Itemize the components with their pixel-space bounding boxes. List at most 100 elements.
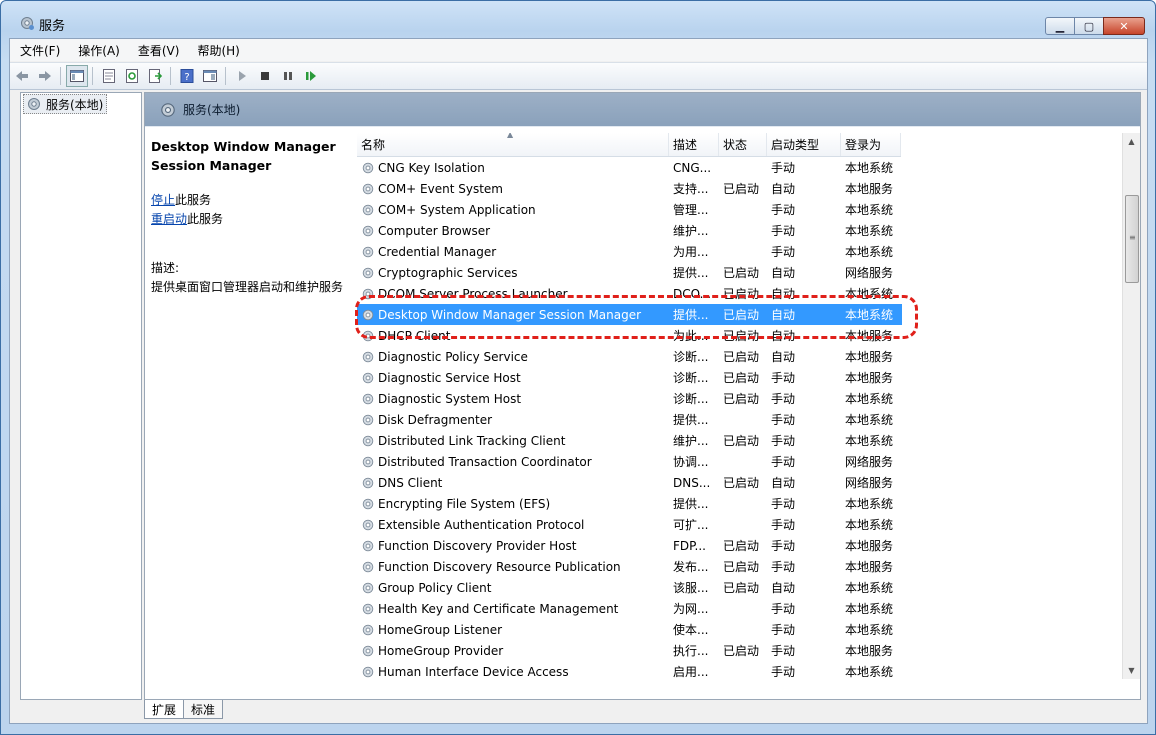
toolbar-separator [92, 67, 93, 85]
arrow-right-icon [39, 71, 51, 81]
service-logon-as: 网络服务 [845, 455, 894, 469]
service-gear-icon [362, 351, 374, 362]
forward-button[interactable] [34, 65, 56, 87]
show-action-pane-button[interactable] [199, 65, 221, 87]
properties-button[interactable] [98, 65, 120, 87]
service-startup-type: 手动 [771, 602, 796, 616]
restart-service-button[interactable] [300, 65, 322, 87]
table-row[interactable]: Function Discovery Provider Host FDP... 已启… [357, 535, 902, 556]
table-row[interactable]: Human Interface Device Access 启用... 手动 本地系统 [357, 661, 902, 679]
service-name: Computer Browser [378, 223, 491, 238]
column-header-logon-as[interactable]: 登录为 [841, 133, 901, 156]
service-description: 执行... [673, 644, 709, 658]
service-name-cell: Diagnostic Service Host [357, 371, 669, 385]
minimize-button[interactable]: ▁ [1045, 17, 1075, 35]
menu-file[interactable]: 文件(F) [10, 42, 68, 59]
export-list-button[interactable] [144, 65, 166, 87]
pause-service-button[interactable] [277, 65, 299, 87]
service-name-cell: HomeGroup Provider [357, 644, 669, 658]
table-row[interactable]: Function Discovery Resource Publication 发… [357, 556, 902, 577]
service-logon-as: 本地服务 [845, 539, 894, 553]
table-row[interactable]: Health Key and Certificate Management 为网.… [357, 598, 902, 619]
table-row[interactable]: DCOM Server Process Launcher DCO... 已启动 自动 本… [357, 283, 902, 304]
play-icon [239, 71, 246, 81]
table-row[interactable]: Disk Defragmenter 提供... 手动 本地系统 [357, 409, 902, 430]
arrow-left-icon [16, 71, 28, 81]
table-row[interactable]: CNG Key Isolation CNG... 手动 本地系统 [357, 157, 902, 178]
service-status: 已启动 [723, 581, 760, 595]
table-row[interactable]: HomeGroup Listener 使本... 手动 本地系统 [357, 619, 902, 640]
column-header-name[interactable]: 名称 ▲ [357, 133, 669, 156]
table-row[interactable]: Distributed Transaction Coordinator 协调...… [357, 451, 902, 472]
menu-view[interactable]: 查看(V) [128, 42, 188, 59]
refresh-button[interactable] [121, 65, 143, 87]
service-name-cell: Health Key and Certificate Management [357, 602, 669, 616]
service-description: 提供... [673, 497, 709, 511]
vertical-scrollbar[interactable]: ▲ ≡ ▼ [1122, 133, 1140, 679]
scrollbar-thumb[interactable]: ≡ [1125, 195, 1139, 283]
maximize-button[interactable]: ▢ [1074, 17, 1104, 35]
table-row[interactable]: DNS Client DNS... 已启动 自动 网络服务 [357, 472, 902, 493]
table-row[interactable]: Cryptographic Services 提供... 已启动 自动 网络服务 [357, 262, 902, 283]
menu-help[interactable]: 帮助(H) [187, 42, 247, 59]
table-row[interactable]: COM+ System Application 管理... 手动 本地系统 [357, 199, 902, 220]
service-gear-icon [362, 456, 374, 467]
table-row[interactable]: Diagnostic System Host 诊断... 已启动 手动 本地系统 [357, 388, 902, 409]
stop-service-link[interactable]: 停止 [151, 193, 175, 207]
table-row[interactable]: Encrypting File System (EFS) 提供... 手动 本地系统 [357, 493, 902, 514]
back-button[interactable] [11, 65, 33, 87]
service-status: 已启动 [723, 287, 760, 301]
column-header-description[interactable]: 描述 [669, 133, 719, 156]
table-row[interactable]: Credential Manager 为用... 手动 本地系统 [357, 241, 902, 262]
stop-service-button[interactable] [254, 65, 276, 87]
close-button[interactable]: ✕ [1103, 17, 1145, 35]
service-logon-as: 本地系统 [845, 308, 894, 322]
service-status: 已启动 [723, 329, 760, 343]
table-row[interactable]: Computer Browser 维护... 手动 本地系统 [357, 220, 902, 241]
service-startup-type: 手动 [771, 434, 796, 448]
service-name-cell: COM+ Event System [357, 182, 669, 196]
table-row[interactable]: Desktop Window Manager Session Manager 提供… [357, 304, 902, 325]
table-row[interactable]: DHCP Client 为此... 已启动 自动 本地服务 [357, 325, 902, 346]
menu-bar: 文件(F) 操作(A) 查看(V) 帮助(H) [10, 39, 1147, 61]
title-bar[interactable]: 服务 ▁ ▢ ✕ [1, 1, 1155, 35]
service-gear-icon [362, 246, 374, 257]
status-text-area [20, 705, 1137, 721]
column-header-status[interactable]: 状态 [719, 133, 767, 156]
service-description: 为网... [673, 602, 709, 616]
service-name: Extensible Authentication Protocol [378, 517, 585, 532]
service-logon-as: 网络服务 [845, 266, 894, 280]
tree-item-services-local[interactable]: 服务(本地) [23, 94, 108, 114]
service-name: Diagnostic Policy Service [378, 349, 528, 364]
table-row[interactable]: Diagnostic Policy Service 诊断... 已启动 自动 本地服务 [357, 346, 902, 367]
service-logon-as: 本地系统 [845, 497, 894, 511]
service-description: 该服... [673, 581, 709, 595]
table-row[interactable]: Distributed Link Tracking Client 维护... 已启动… [357, 430, 902, 451]
help-button[interactable]: ? [176, 65, 198, 87]
service-gear-icon [362, 603, 374, 614]
start-service-button[interactable] [231, 65, 253, 87]
table-row[interactable]: Diagnostic Service Host 诊断... 已启动 手动 本地服务 [357, 367, 902, 388]
refresh-icon [126, 69, 138, 83]
service-name: DHCP Client [378, 328, 451, 343]
table-row[interactable]: Group Policy Client 该服... 已启动 自动 本地系统 [357, 577, 902, 598]
service-gear-icon [362, 519, 374, 530]
scroll-up-arrow-icon[interactable]: ▲ [1123, 133, 1140, 150]
service-name: Group Policy Client [378, 580, 492, 595]
service-name: Distributed Link Tracking Client [378, 433, 566, 448]
service-name: COM+ Event System [378, 181, 503, 196]
service-name: Desktop Window Manager Session Manager [378, 307, 642, 322]
toolbar-separator [170, 67, 171, 85]
service-description: 可扩... [673, 518, 709, 532]
pane-header: 服务(本地) [145, 93, 1140, 126]
service-status: 已启动 [723, 560, 760, 574]
show-console-tree-button[interactable] [66, 65, 88, 87]
table-row[interactable]: Extensible Authentication Protocol 可扩... 手… [357, 514, 902, 535]
restart-service-link[interactable]: 重启动 [151, 212, 187, 226]
table-row[interactable]: COM+ Event System 支持... 已启动 自动 本地服务 [357, 178, 902, 199]
help-icon: ? [180, 69, 194, 83]
scroll-down-arrow-icon[interactable]: ▼ [1123, 662, 1140, 679]
column-header-startup-type[interactable]: 启动类型 [767, 133, 841, 156]
table-row[interactable]: HomeGroup Provider 执行... 已启动 手动 本地服务 [357, 640, 902, 661]
menu-action[interactable]: 操作(A) [68, 42, 128, 59]
